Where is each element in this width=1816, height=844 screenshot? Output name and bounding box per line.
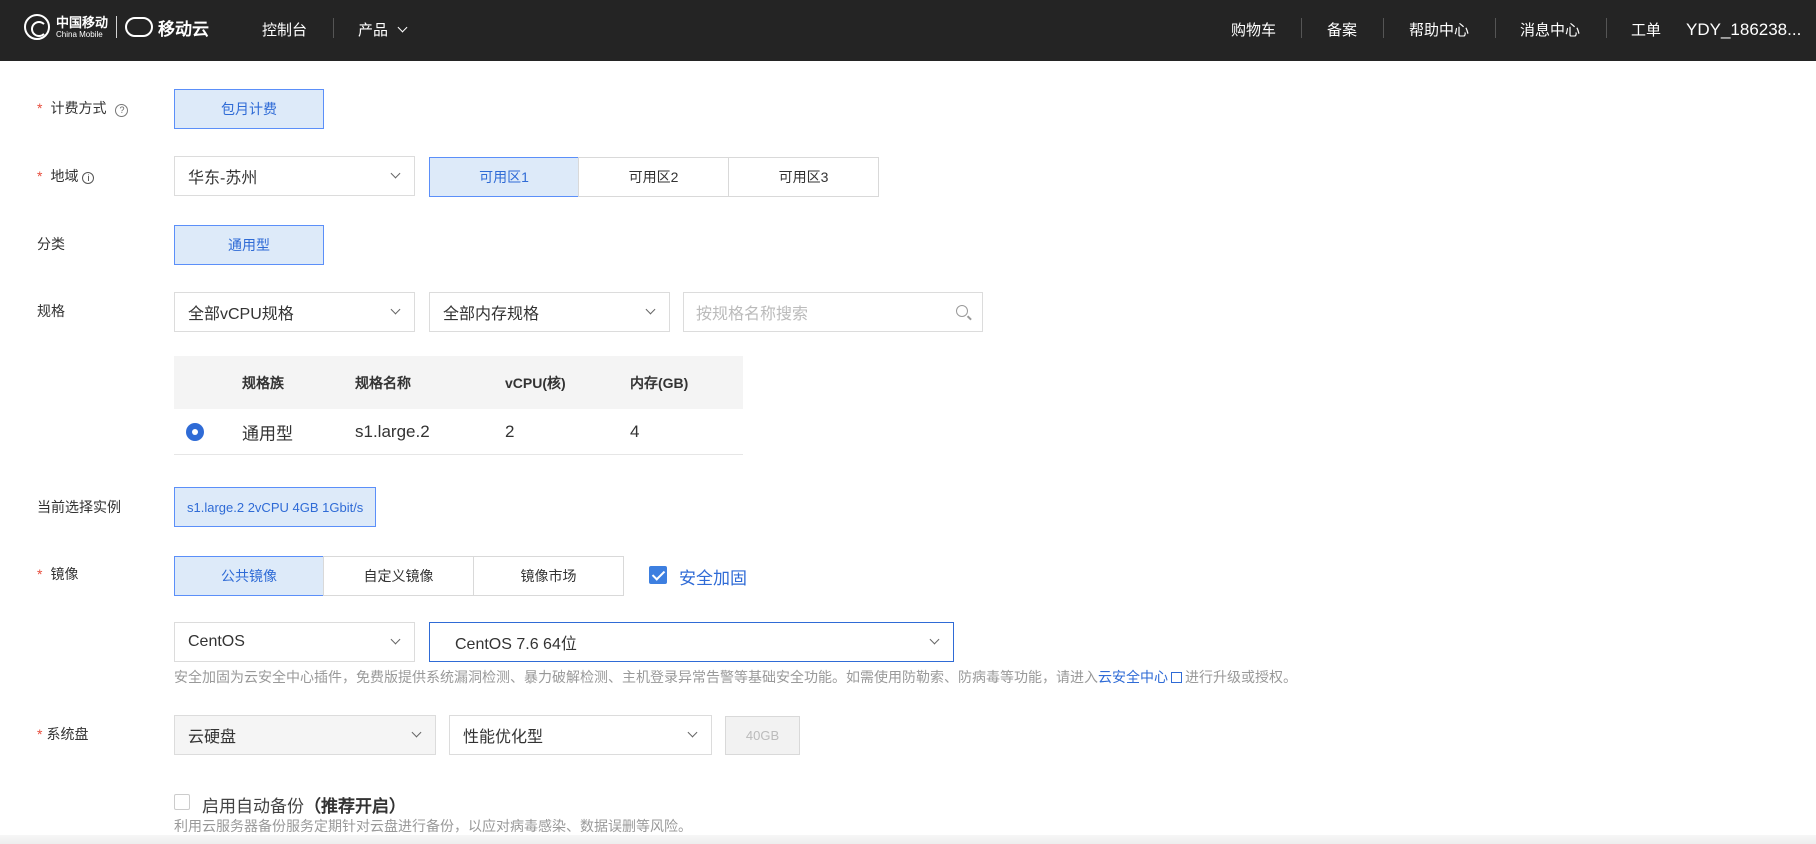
zone-2-button[interactable]: 可用区2 bbox=[578, 157, 729, 197]
mobile-cloud-logo-icon bbox=[125, 17, 154, 37]
os-version-value: CentOS 7.6 64位 bbox=[455, 636, 577, 653]
region-select-value: 华东-苏州 bbox=[188, 170, 258, 187]
user-account-menu[interactable]: YDY_186238... bbox=[1686, 20, 1801, 40]
chevron-down-icon bbox=[687, 727, 698, 738]
nav-tickets-link[interactable]: 工单 bbox=[1631, 19, 1661, 40]
os-version-select[interactable]: CentOS 7.6 64位 bbox=[429, 622, 954, 662]
required-mark: * bbox=[37, 100, 43, 116]
row-memory: 4 bbox=[630, 421, 640, 441]
nav-divider bbox=[1495, 18, 1496, 38]
spec-search-placeholder: 按规格名称搜索 bbox=[696, 306, 809, 323]
required-mark: * bbox=[37, 566, 43, 582]
disk-type-value: 云硬盘 bbox=[188, 729, 237, 746]
nav-divider bbox=[333, 18, 334, 38]
monthly-billing-button[interactable]: 包月计费 bbox=[174, 89, 324, 129]
info-icon[interactable]: i bbox=[82, 172, 95, 184]
disk-type-select[interactable]: 云硬盘 bbox=[174, 715, 436, 755]
spec-table-header: 规格族 规格名称 vCPU(核) 内存(GB) bbox=[174, 356, 743, 409]
nav-message-center-link[interactable]: 消息中心 bbox=[1520, 19, 1580, 40]
note-suffix: 进行升级或授权。 bbox=[1185, 669, 1297, 685]
row-vcpu: 2 bbox=[505, 421, 515, 441]
nav-console-link[interactable]: 控制台 bbox=[262, 19, 307, 40]
brand-name: 移动云 bbox=[158, 19, 210, 39]
auto-backup-recommendation: （推荐开启） bbox=[304, 797, 406, 816]
billing-method-text: 计费方式 bbox=[50, 100, 107, 116]
region-label: * 地域 i bbox=[37, 166, 95, 186]
spec-search-input[interactable]: 按规格名称搜索 bbox=[683, 292, 983, 332]
selected-radio-button[interactable] bbox=[186, 422, 204, 441]
public-image-tab[interactable]: 公共镜像 bbox=[174, 556, 324, 596]
spec-label: 规格 bbox=[37, 303, 65, 319]
column-header-memory: 内存(GB) bbox=[630, 374, 689, 391]
help-question-icon[interactable]: ? bbox=[115, 104, 129, 117]
logo-english-text: China Mobile bbox=[56, 29, 103, 39]
auto-backup-checkbox[interactable] bbox=[174, 794, 190, 810]
row-spec-name: s1.large.2 bbox=[355, 421, 430, 441]
chevron-down-icon bbox=[390, 634, 401, 645]
external-link-icon[interactable] bbox=[1171, 672, 1182, 683]
disk-size-field: 40GB bbox=[725, 716, 800, 755]
category-label: 分类 bbox=[37, 236, 65, 252]
search-icon[interactable] bbox=[956, 305, 968, 317]
chevron-down-icon bbox=[645, 304, 656, 315]
table-row[interactable]: 通用型 s1.large.2 2 4 bbox=[174, 409, 743, 455]
column-header-vcpu: vCPU(核) bbox=[505, 374, 566, 391]
billing-method-label: * 计费方式? bbox=[37, 98, 129, 118]
zone-3-button[interactable]: 可用区3 bbox=[728, 157, 879, 197]
required-mark: * bbox=[37, 168, 43, 184]
nav-products-label: 产品 bbox=[358, 22, 389, 39]
image-label: * 镜像 bbox=[37, 564, 78, 584]
system-disk-label: * 系统盘 bbox=[37, 724, 88, 744]
auto-backup-note: 利用云服务器备份服务定期针对云盘进行备份，以应对病毒感染、数据误删等风险。 bbox=[174, 818, 692, 834]
top-navigation: 中国移动 China Mobile 移动云 控制台 产品 购物车 备案 帮助中心… bbox=[0, 0, 1816, 61]
security-hardening-checkbox[interactable] bbox=[649, 566, 667, 584]
china-mobile-logo-icon bbox=[24, 14, 50, 40]
chevron-down-icon bbox=[929, 634, 940, 645]
security-center-link[interactable]: 云安全中心 bbox=[1098, 669, 1168, 685]
nav-filing-link[interactable]: 备案 bbox=[1327, 19, 1357, 40]
os-select-value: CentOS bbox=[188, 633, 245, 650]
logo-divider bbox=[116, 16, 118, 38]
nav-products-menu[interactable]: 产品 bbox=[358, 19, 408, 40]
nav-divider bbox=[1301, 18, 1302, 38]
system-disk-text: 系统盘 bbox=[46, 726, 89, 742]
os-select[interactable]: CentOS bbox=[174, 622, 415, 662]
china-mobile-logo[interactable]: 中国移动 China Mobile 移动云 bbox=[24, 13, 209, 41]
logo-chinese-text: 中国移动 bbox=[56, 14, 109, 30]
spec-table: 规格族 规格名称 vCPU(核) 内存(GB) 通用型 s1.large.2 2… bbox=[174, 356, 743, 455]
memory-filter-select[interactable]: 全部内存规格 bbox=[429, 292, 670, 332]
security-hardening-label[interactable]: 安全加固 bbox=[679, 564, 747, 589]
custom-image-tab[interactable]: 自定义镜像 bbox=[323, 556, 474, 596]
zone-1-button[interactable]: 可用区1 bbox=[429, 157, 579, 197]
required-mark: * bbox=[37, 726, 43, 742]
chevron-down-icon bbox=[390, 304, 401, 315]
auto-backup-text: 启用自动备份 bbox=[202, 797, 304, 816]
chevron-down-icon bbox=[390, 168, 401, 179]
page-bottom-edge bbox=[0, 835, 1816, 844]
disk-performance-select[interactable]: 性能优化型 bbox=[449, 715, 712, 755]
vcpu-filter-value: 全部vCPU规格 bbox=[188, 306, 294, 323]
current-instance-tag: s1.large.2 2vCPU 4GB 1Gbit/s bbox=[174, 487, 377, 527]
memory-filter-value: 全部内存规格 bbox=[443, 306, 540, 323]
nav-help-center-link[interactable]: 帮助中心 bbox=[1409, 19, 1469, 40]
auto-backup-label[interactable]: 启用自动备份（推荐开启） bbox=[202, 792, 406, 817]
chevron-down-icon bbox=[397, 22, 408, 33]
image-text: 镜像 bbox=[50, 566, 79, 582]
nav-divider bbox=[1606, 18, 1607, 38]
note-prefix: 安全加固为云安全中心插件，免费版提供系统漏洞检测、暴力破解检测、主机登录异常告警… bbox=[174, 669, 1098, 685]
image-market-tab[interactable]: 镜像市场 bbox=[473, 556, 624, 596]
current-instance-label: 当前选择实例 bbox=[37, 499, 121, 515]
security-hardening-note: 安全加固为云安全中心插件，免费版提供系统漏洞检测、暴力破解检测、主机登录异常告警… bbox=[174, 667, 1297, 687]
nav-cart-link[interactable]: 购物车 bbox=[1231, 19, 1276, 40]
row-family: 通用型 bbox=[242, 424, 293, 443]
region-select[interactable]: 华东-苏州 bbox=[174, 156, 415, 196]
column-header-name: 规格名称 bbox=[355, 374, 411, 391]
nav-divider bbox=[1383, 18, 1384, 38]
general-purpose-category-button[interactable]: 通用型 bbox=[174, 225, 324, 265]
column-header-family: 规格族 bbox=[242, 374, 284, 391]
region-text: 地域 bbox=[50, 168, 79, 184]
disk-performance-value: 性能优化型 bbox=[463, 729, 544, 746]
chevron-down-icon bbox=[411, 727, 422, 738]
vcpu-filter-select[interactable]: 全部vCPU规格 bbox=[174, 292, 415, 332]
